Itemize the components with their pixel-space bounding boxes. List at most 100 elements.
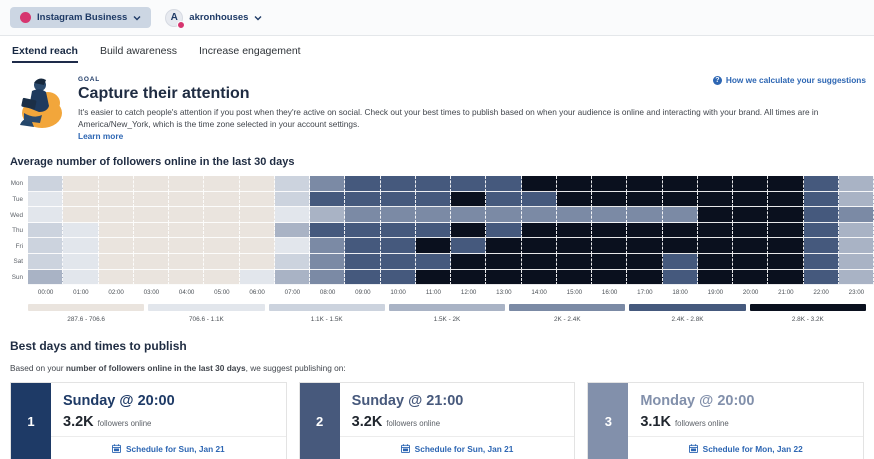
heatmap-cell[interactable] — [698, 223, 733, 239]
heatmap-cell[interactable] — [451, 238, 486, 254]
heatmap-cell[interactable] — [768, 207, 803, 223]
heatmap-cell[interactable] — [557, 207, 592, 223]
heatmap-cell[interactable] — [557, 223, 592, 239]
schedule-button[interactable]: Schedule for Mon, Jan 22 — [628, 436, 863, 459]
heatmap-cell[interactable] — [345, 238, 380, 254]
heatmap-cell[interactable] — [768, 238, 803, 254]
heatmap-cell[interactable] — [169, 238, 204, 254]
tab-extend-reach[interactable]: Extend reach — [12, 45, 78, 63]
heatmap-cell[interactable] — [663, 254, 698, 270]
heatmap-cell[interactable] — [345, 176, 380, 192]
heatmap-cell[interactable] — [310, 176, 345, 192]
heatmap-cell[interactable] — [134, 270, 169, 286]
heatmap-cell[interactable] — [310, 270, 345, 286]
tab-increase-engagement[interactable]: Increase engagement — [199, 45, 301, 63]
heatmap-cell[interactable] — [63, 254, 98, 270]
heatmap-cell[interactable] — [557, 192, 592, 208]
heatmap-cell[interactable] — [839, 192, 874, 208]
heatmap-cell[interactable] — [768, 270, 803, 286]
heatmap-cell[interactable] — [522, 207, 557, 223]
heatmap-cell[interactable] — [310, 238, 345, 254]
heatmap-cell[interactable] — [522, 270, 557, 286]
heatmap-cell[interactable] — [240, 176, 275, 192]
heatmap-cell[interactable] — [169, 270, 204, 286]
heatmap-cell[interactable] — [698, 270, 733, 286]
heatmap-cell[interactable] — [416, 223, 451, 239]
heatmap-cell[interactable] — [416, 254, 451, 270]
heatmap-cell[interactable] — [345, 254, 380, 270]
heatmap-cell[interactable] — [63, 270, 98, 286]
learn-more-link[interactable]: Learn more — [78, 131, 123, 141]
heatmap-cell[interactable] — [627, 270, 662, 286]
heatmap-cell[interactable] — [627, 238, 662, 254]
heatmap-cell[interactable] — [627, 223, 662, 239]
heatmap-cell[interactable] — [99, 270, 134, 286]
heatmap-cell[interactable] — [204, 254, 239, 270]
heatmap-cell[interactable] — [451, 270, 486, 286]
heatmap-cell[interactable] — [275, 254, 310, 270]
heatmap-cell[interactable] — [134, 238, 169, 254]
heatmap-cell[interactable] — [416, 207, 451, 223]
heatmap-cell[interactable] — [592, 176, 627, 192]
heatmap-cell[interactable] — [63, 223, 98, 239]
heatmap-cell[interactable] — [28, 192, 63, 208]
how-we-calculate-link[interactable]: ? How we calculate your suggestions — [713, 75, 866, 85]
heatmap-cell[interactable] — [451, 192, 486, 208]
heatmap-cell[interactable] — [345, 223, 380, 239]
heatmap-cell[interactable] — [839, 254, 874, 270]
heatmap-cell[interactable] — [275, 176, 310, 192]
heatmap-cell[interactable] — [698, 176, 733, 192]
heatmap-cell[interactable] — [134, 207, 169, 223]
heatmap-cell[interactable] — [134, 223, 169, 239]
heatmap-cell[interactable] — [63, 192, 98, 208]
heatmap-cell[interactable] — [63, 207, 98, 223]
heatmap-cell[interactable] — [381, 207, 416, 223]
heatmap-cell[interactable] — [663, 176, 698, 192]
heatmap-cell[interactable] — [240, 207, 275, 223]
heatmap-cell[interactable] — [28, 223, 63, 239]
heatmap-cell[interactable] — [240, 192, 275, 208]
heatmap-cell[interactable] — [557, 270, 592, 286]
heatmap-cell[interactable] — [557, 254, 592, 270]
heatmap-cell[interactable] — [592, 238, 627, 254]
heatmap-cell[interactable] — [592, 192, 627, 208]
heatmap-cell[interactable] — [310, 192, 345, 208]
heatmap-cell[interactable] — [627, 254, 662, 270]
heatmap-cell[interactable] — [839, 207, 874, 223]
heatmap-cell[interactable] — [381, 176, 416, 192]
heatmap-cell[interactable] — [275, 223, 310, 239]
heatmap-cell[interactable] — [416, 192, 451, 208]
heatmap-cell[interactable] — [804, 176, 839, 192]
heatmap-cell[interactable] — [63, 238, 98, 254]
heatmap-cell[interactable] — [698, 238, 733, 254]
heatmap-cell[interactable] — [522, 254, 557, 270]
heatmap-cell[interactable] — [240, 223, 275, 239]
heatmap-cell[interactable] — [134, 192, 169, 208]
heatmap-cell[interactable] — [416, 176, 451, 192]
heatmap-cell[interactable] — [381, 254, 416, 270]
heatmap-cell[interactable] — [663, 238, 698, 254]
heatmap-cell[interactable] — [663, 223, 698, 239]
heatmap-cell[interactable] — [28, 207, 63, 223]
heatmap-cell[interactable] — [522, 176, 557, 192]
heatmap-cell[interactable] — [522, 238, 557, 254]
heatmap-cell[interactable] — [733, 176, 768, 192]
heatmap-cell[interactable] — [557, 238, 592, 254]
heatmap-cell[interactable] — [486, 176, 521, 192]
heatmap-cell[interactable] — [486, 207, 521, 223]
heatmap-cell[interactable] — [99, 254, 134, 270]
heatmap-cell[interactable] — [557, 176, 592, 192]
heatmap-cell[interactable] — [169, 192, 204, 208]
heatmap-cell[interactable] — [416, 270, 451, 286]
heatmap-cell[interactable] — [768, 176, 803, 192]
heatmap-cell[interactable] — [663, 192, 698, 208]
heatmap-cell[interactable] — [99, 176, 134, 192]
heatmap-cell[interactable] — [204, 270, 239, 286]
heatmap-cell[interactable] — [592, 207, 627, 223]
heatmap-cell[interactable] — [99, 223, 134, 239]
heatmap-cell[interactable] — [169, 207, 204, 223]
heatmap-cell[interactable] — [310, 223, 345, 239]
heatmap-cell[interactable] — [663, 207, 698, 223]
heatmap-cell[interactable] — [768, 192, 803, 208]
heatmap-cell[interactable] — [627, 207, 662, 223]
